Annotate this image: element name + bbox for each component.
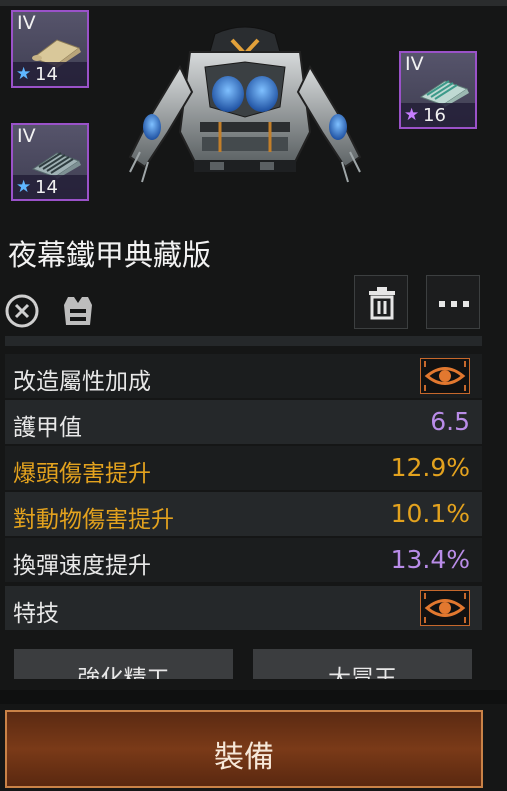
armor-item-image	[128, 26, 362, 183]
mod-slot-1[interactable]: IV ★ 14	[11, 10, 89, 88]
mod-slot-3[interactable]: IV ★ 16	[399, 51, 477, 129]
mod-level-bar: ★ 14	[13, 62, 87, 86]
stat-value: 13.4%	[390, 545, 470, 574]
stat-row-partial	[5, 336, 482, 346]
star-icon: ★	[16, 177, 32, 197]
stat-value: 12.9%	[390, 453, 470, 482]
mod-tier: IV	[17, 12, 36, 34]
divider	[0, 690, 507, 704]
top-bar	[0, 0, 507, 6]
armor-vest-icon[interactable]	[58, 291, 98, 331]
stat-label: 護甲值	[13, 415, 82, 441]
stat-label: 爆頭傷害提升	[13, 461, 151, 487]
tab-master-label: 大冒王	[328, 666, 397, 679]
mod-slot-2[interactable]: IV ★ 14	[11, 123, 89, 201]
stat-label: 換彈速度提升	[13, 553, 151, 579]
trash-icon	[369, 287, 395, 320]
stat-value: 6.5	[430, 407, 470, 436]
star-icon: ★	[16, 64, 32, 84]
stats-list[interactable]: 改造屬性加成 護甲值 6.5 爆頭傷害提升 12.9% 對動物傷害提升 10.1…	[5, 336, 482, 632]
stat-row-reload: 換彈速度提升 13.4%	[5, 538, 482, 582]
eye-icon	[424, 361, 466, 391]
stat-label: 改造屬性加成	[13, 369, 151, 395]
more-button[interactable]	[426, 275, 480, 329]
delete-button[interactable]	[354, 275, 408, 329]
equip-button[interactable]: 裝備	[5, 710, 483, 788]
eye-icon	[424, 593, 466, 623]
mod-level: 16	[423, 105, 446, 126]
mod-level: 14	[35, 177, 58, 198]
equip-button-label: 裝備	[214, 740, 274, 775]
stat-row-headshot: 爆頭傷害提升 12.9%	[5, 446, 482, 490]
mod-tier: IV	[405, 53, 424, 75]
tab-enhance[interactable]: 強化精工	[14, 649, 233, 679]
tab-enhance-label: 強化精工	[77, 666, 170, 679]
stat-row-animal-damage: 對動物傷害提升 10.1%	[5, 492, 482, 536]
tab-master[interactable]: 大冒王	[253, 649, 472, 679]
stat-value: 10.1%	[390, 499, 470, 528]
stat-label: 特技	[13, 601, 59, 627]
stat-label: 對動物傷害提升	[13, 507, 174, 533]
mod-level: 14	[35, 64, 58, 85]
more-icon	[439, 301, 469, 307]
mod-level-bar: ★ 16	[401, 103, 475, 127]
stat-row-armor: 護甲值 6.5	[5, 400, 482, 444]
stat-row-perk: 特技	[5, 586, 482, 630]
stat-row-mod-bonus: 改造屬性加成	[5, 354, 482, 398]
mod-tier: IV	[17, 125, 36, 147]
item-title: 夜幕鐵甲典藏版	[8, 238, 212, 272]
mod-level-bar: ★ 14	[13, 175, 87, 199]
no-repair-icon[interactable]	[2, 291, 42, 331]
eye-button[interactable]	[420, 590, 470, 626]
eye-button[interactable]	[420, 358, 470, 394]
star-icon: ★	[404, 105, 420, 125]
